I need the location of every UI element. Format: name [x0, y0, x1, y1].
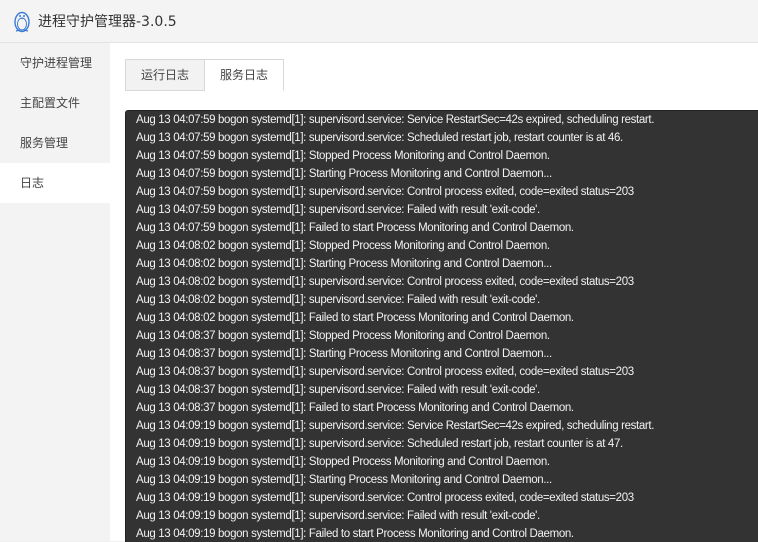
log-line: Aug 13 04:07:59 bogon systemd[1]: superv… [136, 132, 623, 144]
log-line: Aug 13 04:08:02 bogon systemd[1]: superv… [136, 276, 634, 288]
main-panel: 运行日志 服务日志 Aug 13 04:07:59 bogon systemd[… [110, 43, 758, 542]
log-line: Aug 13 04:08:02 bogon systemd[1]: Stoppe… [136, 240, 550, 252]
sidebar: 守护进程管理 主配置文件 服务管理 日志 [0, 43, 110, 541]
log-line: Aug 13 04:09:19 bogon systemd[1]: Stoppe… [136, 456, 550, 468]
log-line: Aug 13 04:09:19 bogon systemd[1]: Failed… [136, 528, 574, 540]
sidebar-item-process-management[interactable]: 守护进程管理 [0, 43, 110, 83]
log-line: Aug 13 04:07:59 bogon systemd[1]: Failed… [136, 222, 574, 234]
log-line: Aug 13 04:08:37 bogon systemd[1]: superv… [136, 366, 634, 378]
log-line: Aug 13 04:08:02 bogon systemd[1]: superv… [136, 294, 540, 306]
log-line: Aug 13 04:08:37 bogon systemd[1]: Stoppe… [136, 330, 550, 342]
log-line: Aug 13 04:07:59 bogon systemd[1]: superv… [136, 186, 634, 198]
log-tabs: 运行日志 服务日志 [125, 59, 285, 91]
title-bar: 进程守护管理器-3.0.5 [0, 0, 758, 43]
log-line: Aug 13 04:08:02 bogon systemd[1]: Failed… [136, 312, 574, 324]
sidebar-item-service-management[interactable]: 服务管理 [0, 123, 110, 163]
log-line: Aug 13 04:07:59 bogon systemd[1]: Stoppe… [136, 150, 550, 162]
sidebar-item-logs[interactable]: 日志 [0, 163, 110, 203]
window-title: 进程守护管理器-3.0.5 [38, 14, 177, 30]
log-line: Aug 13 04:08:02 bogon systemd[1]: Starti… [136, 258, 552, 270]
log-line: Aug 13 04:09:19 bogon systemd[1]: superv… [136, 420, 655, 432]
log-line: Aug 13 04:08:37 bogon systemd[1]: Failed… [136, 402, 574, 414]
log-line: Aug 13 04:07:59 bogon systemd[1]: Starti… [136, 168, 552, 180]
log-line: Aug 13 04:09:19 bogon systemd[1]: superv… [136, 438, 623, 450]
log-line: Aug 13 04:08:37 bogon systemd[1]: Starti… [136, 348, 552, 360]
tab-service-log[interactable]: 服务日志 [205, 59, 285, 91]
log-line: Aug 13 04:08:37 bogon systemd[1]: superv… [136, 384, 540, 396]
log-line: Aug 13 04:09:19 bogon systemd[1]: superv… [136, 510, 540, 522]
penguin-icon [14, 11, 30, 33]
sidebar-item-main-config[interactable]: 主配置文件 [0, 83, 110, 123]
log-line: Aug 13 04:07:59 bogon systemd[1]: superv… [136, 114, 655, 126]
log-line: Aug 13 04:09:19 bogon systemd[1]: Starti… [136, 474, 552, 486]
tab-run-log[interactable]: 运行日志 [125, 59, 206, 91]
log-line: Aug 13 04:09:19 bogon systemd[1]: superv… [136, 492, 634, 504]
log-output[interactable]: Aug 13 04:07:59 bogon systemd[1]: superv… [125, 110, 758, 542]
log-line: Aug 13 04:07:59 bogon systemd[1]: superv… [136, 204, 540, 216]
